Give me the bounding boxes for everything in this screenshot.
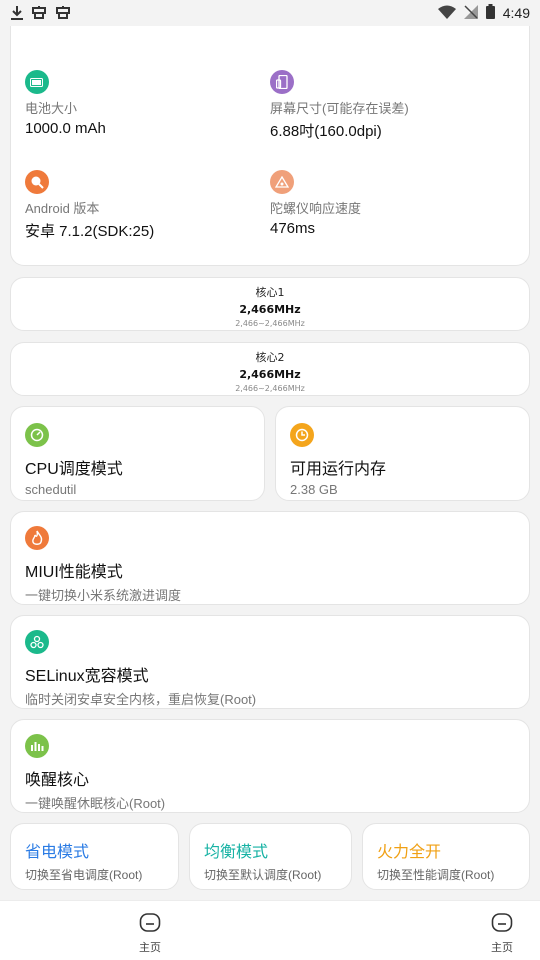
device-info-card: 电池大小 1000.0 mAh 屏幕尺寸(可能存在误差) 6.88吋(160.0…: [10, 10, 530, 266]
selinux-permissive-mode-card[interactable]: SELinux宽容模式 临时关闭安卓安全内核，重启恢复(Root): [10, 615, 530, 709]
nav-label: 主页: [139, 941, 161, 954]
mode-subtitle: 切换至省电调度(Root): [25, 868, 143, 882]
status-bar: 4:49: [0, 0, 540, 26]
core-frequency-range: 2,466~2,466MHz: [235, 319, 305, 328]
bottom-navigation: 主页 主页: [0, 900, 540, 960]
mode-subtitle: 切换至默认调度(Root): [204, 868, 322, 882]
info-label: 陀螺仪响应速度: [270, 201, 362, 216]
mode-title: 省电模式: [25, 844, 90, 861]
full-power-mode-button[interactable]: 火力全开 切换至性能调度(Root): [362, 823, 530, 890]
ram-clock-icon: [290, 423, 314, 447]
security-nodes-icon: [25, 630, 49, 654]
info-gyro-response: 陀螺仪响应速度 476ms: [270, 170, 520, 237]
core-card: 核心1 2,466MHz 2,466~2,466MHz: [10, 277, 530, 331]
wifi-icon: [437, 4, 456, 23]
home-icon: [139, 913, 161, 937]
power-saving-mode-button[interactable]: 省电模式 切换至省电调度(Root): [10, 823, 179, 890]
miui-performance-mode-card[interactable]: MIUI性能模式 一键切换小米系统激进调度: [10, 511, 530, 605]
available-ram-value: 2.38 GB: [290, 482, 338, 497]
battery-icon: [25, 70, 49, 94]
core-name: 核心2: [255, 351, 285, 364]
available-ram-title: 可用运行内存: [290, 461, 387, 478]
battery-icon: [485, 3, 495, 23]
core-card: 核心2 2,466MHz 2,466~2,466MHz: [10, 342, 530, 396]
cpu-governor-value: schedutil: [25, 482, 77, 497]
bug-icon: [30, 4, 48, 22]
info-value: 1000.0 mAh: [25, 120, 106, 137]
feature-title: MIUI性能模式: [25, 564, 123, 581]
core-frequency: 2,466MHz: [239, 303, 301, 316]
cpu-gauge-icon: [25, 423, 49, 447]
core-frequency: 2,466MHz: [239, 368, 301, 381]
balanced-mode-button[interactable]: 均衡模式 切换至默认调度(Root): [189, 823, 352, 890]
info-android-version: Android 版本 安卓 7.1.2(SDK:25): [25, 170, 255, 241]
info-value: 6.88吋(160.0dpi): [270, 123, 382, 140]
nav-item-home[interactable]: 主页: [472, 911, 532, 955]
android-icon: [25, 170, 49, 194]
feature-subtitle: 一键切换小米系统激进调度: [25, 588, 182, 603]
info-label: 屏幕尺寸(可能存在误差): [270, 101, 409, 116]
chart-bars-icon: [25, 734, 49, 758]
mode-title: 火力全开: [377, 844, 442, 861]
no-signal-icon: [463, 4, 478, 23]
feature-title: SELinux宽容模式: [25, 668, 149, 685]
core-frequency-range: 2,466~2,466MHz: [235, 384, 305, 393]
download-icon: [10, 5, 24, 21]
nav-label: 主页: [491, 941, 513, 954]
home-icon: [491, 913, 513, 937]
status-notifications: [10, 4, 72, 22]
info-screen-size: 屏幕尺寸(可能存在误差) 6.88吋(160.0dpi): [270, 70, 520, 141]
feature-subtitle: 临时关闭安卓安全内核，重启恢复(Root): [25, 692, 257, 707]
gyro-icon: [270, 170, 294, 194]
info-label: Android 版本: [25, 201, 100, 216]
fire-icon: [25, 526, 49, 550]
info-battery-capacity: 电池大小 1000.0 mAh: [25, 70, 255, 137]
core-name: 核心1: [255, 286, 285, 299]
cpu-governor-title: CPU调度模式: [25, 461, 123, 478]
cpu-governor-card[interactable]: CPU调度模式 schedutil: [10, 406, 265, 501]
mode-title: 均衡模式: [204, 844, 269, 861]
info-value: 安卓 7.1.2(SDK:25): [25, 223, 155, 240]
info-value: 476ms: [270, 220, 316, 237]
wake-cores-card[interactable]: 唤醒核心 一键唤醒休眠核心(Root): [10, 719, 530, 813]
feature-subtitle: 一键唤醒休眠核心(Root): [25, 796, 166, 811]
nav-item-home[interactable]: 主页: [120, 911, 180, 955]
info-label: 电池大小: [25, 101, 78, 116]
status-time: 4:49: [502, 5, 530, 21]
phone-icon: [270, 70, 294, 94]
bug-icon: [54, 4, 72, 22]
feature-title: 唤醒核心: [25, 772, 90, 789]
available-ram-card: 可用运行内存 2.38 GB: [275, 406, 530, 501]
mode-subtitle: 切换至性能调度(Root): [377, 868, 495, 882]
